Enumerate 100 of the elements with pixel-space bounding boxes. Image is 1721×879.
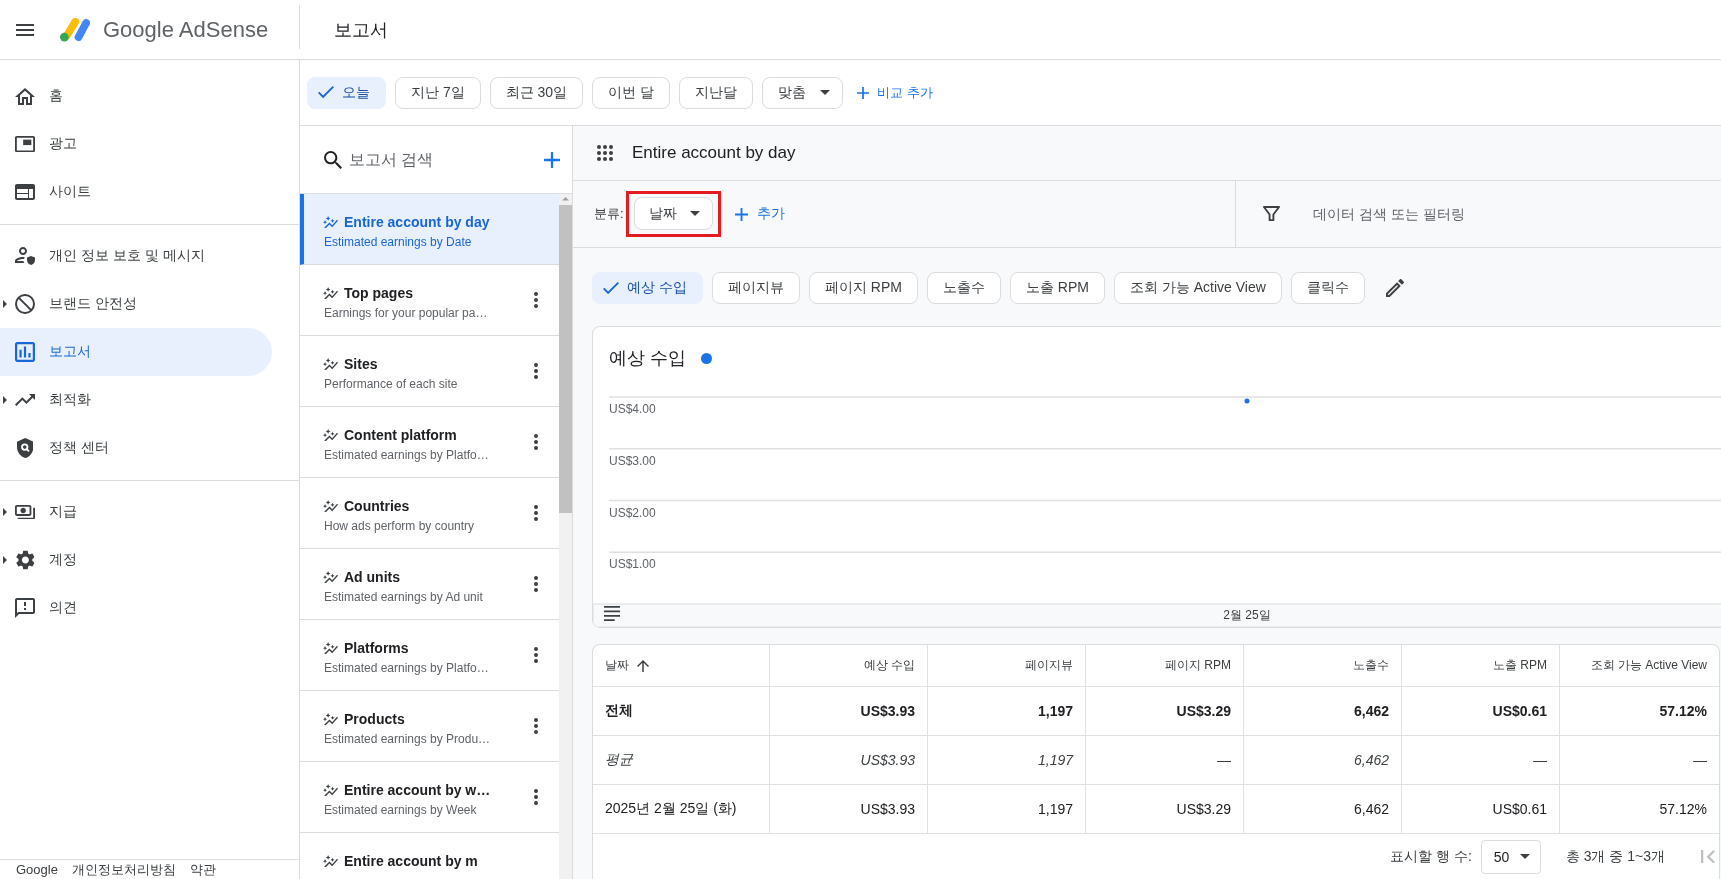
apps-grid-icon[interactable]: [597, 145, 613, 161]
column-header[interactable]: 페이지뷰: [928, 645, 1086, 686]
cash-icon: [15, 504, 35, 520]
table-cell: US$0.61: [1402, 785, 1560, 833]
nav-item[interactable]: 사이트: [0, 168, 272, 216]
more-icon[interactable]: [534, 363, 538, 379]
rows-per-page-dropdown[interactable]: 50: [1480, 839, 1541, 874]
more-icon[interactable]: [534, 789, 538, 805]
prohibition-icon: [15, 294, 35, 314]
nav-item[interactable]: 지급: [0, 488, 272, 536]
metric-chip[interactable]: 예상 수입: [592, 272, 703, 304]
breakdown-dropdown[interactable]: 날짜: [633, 197, 713, 230]
add-comparison-button[interactable]: 비교 추가: [857, 83, 933, 102]
caret-icon: [689, 211, 700, 216]
sparkle-chart-icon: [323, 642, 338, 654]
nav-item[interactable]: 광고: [0, 120, 272, 168]
nav-item[interactable]: 정책 센터: [0, 424, 272, 472]
y-axis-label: US$3.00: [609, 453, 656, 468]
report-subtitle: Earnings for your popular pa…: [323, 305, 489, 321]
date-range-chip[interactable]: 오늘: [307, 76, 386, 109]
web-layout-icon: [15, 184, 35, 200]
table-cell: 2025년 2월 25일 (화): [593, 785, 770, 833]
nav-item[interactable]: 의견: [0, 584, 272, 632]
report-title: Entire account by w…: [344, 781, 491, 800]
nav-item[interactable]: 개인 정보 보호 및 메시지: [0, 232, 272, 280]
y-axis-label: US$4.00: [609, 402, 656, 416]
more-icon[interactable]: [534, 718, 538, 734]
caret-icon: [1519, 854, 1530, 859]
filter-field[interactable]: 데이터 검색 또는 필터링: [1313, 206, 1633, 222]
expand-arrow-icon[interactable]: [3, 508, 7, 516]
date-range-chip[interactable]: 최근 30일: [489, 76, 584, 109]
expand-arrow-icon[interactable]: [3, 396, 7, 404]
column-header[interactable]: 날짜: [593, 645, 770, 686]
report-title: Entire account by day: [632, 143, 796, 163]
plus-icon[interactable]: [544, 151, 560, 168]
search-field[interactable]: 보고서 검색: [349, 147, 537, 172]
more-icon[interactable]: [534, 434, 538, 450]
metric-chip[interactable]: 노출수: [926, 272, 1001, 304]
table-cell: 6,462: [1244, 736, 1402, 784]
sparkle-chart-icon: [323, 784, 338, 796]
shield-search-icon: [16, 438, 34, 458]
metric-chip[interactable]: 페이지뷰: [711, 272, 800, 304]
more-icon[interactable]: [534, 576, 538, 592]
report-subtitle: Estimated earnings by Date: [323, 234, 473, 250]
menu-icon[interactable]: [16, 23, 34, 36]
column-header[interactable]: 노출수: [1244, 645, 1402, 686]
report-title: Ad units: [344, 568, 400, 587]
scrollbar[interactable]: [559, 194, 572, 879]
metric-chip[interactable]: 노출 RPM: [1009, 272, 1105, 304]
nav-item[interactable]: 브랜드 안전성: [0, 280, 272, 328]
more-icon[interactable]: [534, 647, 538, 663]
date-range-chip[interactable]: 지난달: [679, 76, 754, 109]
column-header[interactable]: 예상 수입: [770, 645, 928, 686]
rows-per-page-label: 표시할 행 수:: [1390, 847, 1472, 866]
metric-chip[interactable]: 조회 가능 Active View: [1113, 272, 1282, 304]
add-breakdown-button[interactable]: 추가: [734, 205, 785, 223]
caret-icon: [820, 90, 831, 95]
list-icon[interactable]: [604, 605, 620, 621]
footer-link[interactable]: Google: [16, 862, 58, 879]
sparkle-chart-icon: [323, 358, 338, 370]
trending-up-icon: [15, 394, 35, 406]
metric-chip[interactable]: 페이지 RPM: [808, 272, 918, 304]
edit-icon[interactable]: [1385, 279, 1404, 297]
plus-icon: [857, 86, 870, 99]
y-axis-label: US$1.00: [609, 557, 656, 572]
window-icon: [15, 135, 35, 153]
report-title: Platforms: [344, 639, 409, 658]
date-range-chip[interactable]: 지난 7일: [395, 76, 481, 109]
report-title: Entire account by m: [344, 852, 478, 871]
breakdown-label: 분류:: [594, 205, 624, 223]
nav-item[interactable]: 최적화: [0, 376, 272, 424]
footer-link[interactable]: 개인정보처리방침: [71, 862, 176, 879]
nav-item[interactable]: 홈: [0, 72, 272, 120]
nav-item[interactable]: 보고서: [0, 328, 272, 376]
more-icon[interactable]: [534, 505, 538, 521]
table-cell: 1,197: [928, 785, 1086, 833]
report-title: Entire account by day: [344, 213, 490, 232]
footer-link[interactable]: 약관: [189, 862, 216, 879]
expand-arrow-icon[interactable]: [3, 556, 7, 564]
report-item[interactable]: Entire account by day Estimated earnings by Date: [300, 194, 559, 265]
plus-icon: [734, 207, 748, 221]
nav-item[interactable]: 계정: [0, 536, 272, 584]
table-cell: US$3.93: [770, 736, 928, 784]
table-cell: US$3.93: [770, 687, 928, 735]
date-range-chip[interactable]: 맞춤: [762, 76, 844, 109]
report-title: Content platform: [344, 426, 457, 445]
sparkle-chart-icon: [323, 216, 338, 228]
table-cell-text: 57.12%: [1658, 702, 1708, 721]
column-header[interactable]: 노출 RPM: [1402, 645, 1560, 686]
table-cell: 1,197: [928, 736, 1086, 784]
more-icon[interactable]: [534, 292, 538, 308]
expand-arrow-icon[interactable]: [3, 300, 7, 308]
report-title: Sites: [344, 355, 378, 374]
filter-icon[interactable]: [1263, 206, 1280, 222]
date-range-chip[interactable]: 이번 달: [592, 76, 671, 109]
table-cell: —: [1086, 736, 1244, 784]
column-header[interactable]: 조회 가능 Active View: [1560, 645, 1719, 686]
metric-chip[interactable]: 클릭수: [1290, 272, 1365, 304]
sparkle-chart-icon: [323, 429, 338, 441]
column-header[interactable]: 페이지 RPM: [1086, 645, 1244, 686]
